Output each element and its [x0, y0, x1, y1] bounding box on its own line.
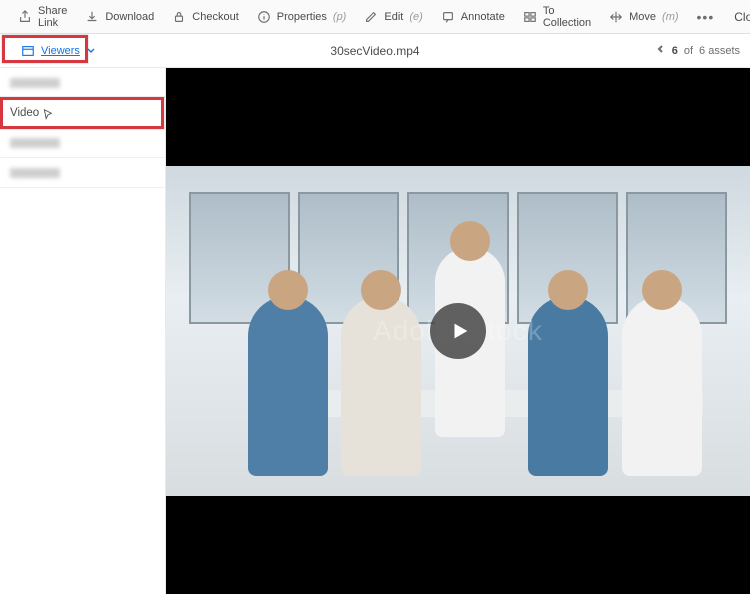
main-area: Video Adobe Stock: [0, 68, 750, 594]
sidebar-item-video[interactable]: Video: [0, 98, 165, 128]
sidebar-item-4[interactable]: [0, 158, 165, 188]
pencil-icon: [364, 10, 378, 24]
sidebar-item-1[interactable]: [0, 68, 165, 98]
properties-hint: (p): [333, 11, 346, 23]
move-button[interactable]: Move (m): [601, 6, 686, 28]
to-collection-button[interactable]: To Collection: [515, 1, 599, 33]
move-hint: (m): [662, 11, 679, 23]
download-icon: [85, 10, 99, 24]
play-button[interactable]: [430, 303, 486, 359]
download-button[interactable]: Download: [77, 6, 162, 28]
close-button[interactable]: Close: [726, 6, 750, 28]
viewers-sidebar: Video: [0, 68, 166, 594]
chevron-left-icon[interactable]: [656, 44, 666, 57]
video-frame: Adobe Stock: [166, 166, 750, 496]
asset-counter: 6 of 6 assets: [656, 44, 740, 57]
asset-current: 6: [672, 45, 678, 57]
viewers-label: Viewers: [41, 45, 80, 57]
edit-hint: (e): [409, 11, 422, 23]
checkout-button[interactable]: Checkout: [164, 6, 246, 28]
chevron-down-icon: [86, 46, 96, 56]
edit-button[interactable]: Edit (e): [356, 6, 430, 28]
checkout-label: Checkout: [192, 11, 238, 23]
lock-icon: [172, 10, 186, 24]
collection-icon: [523, 10, 537, 24]
move-label: Move: [629, 11, 656, 23]
share-icon: [18, 10, 32, 24]
play-icon: [449, 320, 471, 342]
viewers-icon: [21, 44, 35, 58]
share-link-button[interactable]: Share Link: [10, 1, 75, 33]
info-icon: [257, 10, 271, 24]
secondary-bar: Viewers 30secVideo.mp4 6 of 6 assets: [0, 34, 750, 68]
viewers-dropdown[interactable]: Viewers: [10, 39, 107, 63]
top-toolbar: Share Link Download Checkout Properties …: [0, 0, 750, 34]
sidebar-item-3[interactable]: [0, 128, 165, 158]
properties-label: Properties: [277, 11, 327, 23]
edit-label: Edit: [384, 11, 403, 23]
annotate-label: Annotate: [461, 11, 505, 23]
sidebar-item-video-label: Video: [10, 107, 39, 119]
download-label: Download: [105, 11, 154, 23]
annotate-button[interactable]: Annotate: [433, 6, 513, 28]
video-viewer: Adobe Stock: [166, 68, 750, 594]
cursor-icon: [40, 108, 54, 125]
asset-of: of: [684, 45, 693, 57]
more-button[interactable]: •••: [689, 5, 723, 29]
properties-button[interactable]: Properties (p): [249, 6, 355, 28]
to-collection-label: To Collection: [543, 5, 591, 29]
move-icon: [609, 10, 623, 24]
annotate-icon: [441, 10, 455, 24]
share-link-label: Share Link: [38, 5, 67, 29]
asset-total: 6 assets: [699, 45, 740, 57]
asset-filename: 30secVideo.mp4: [330, 44, 419, 58]
